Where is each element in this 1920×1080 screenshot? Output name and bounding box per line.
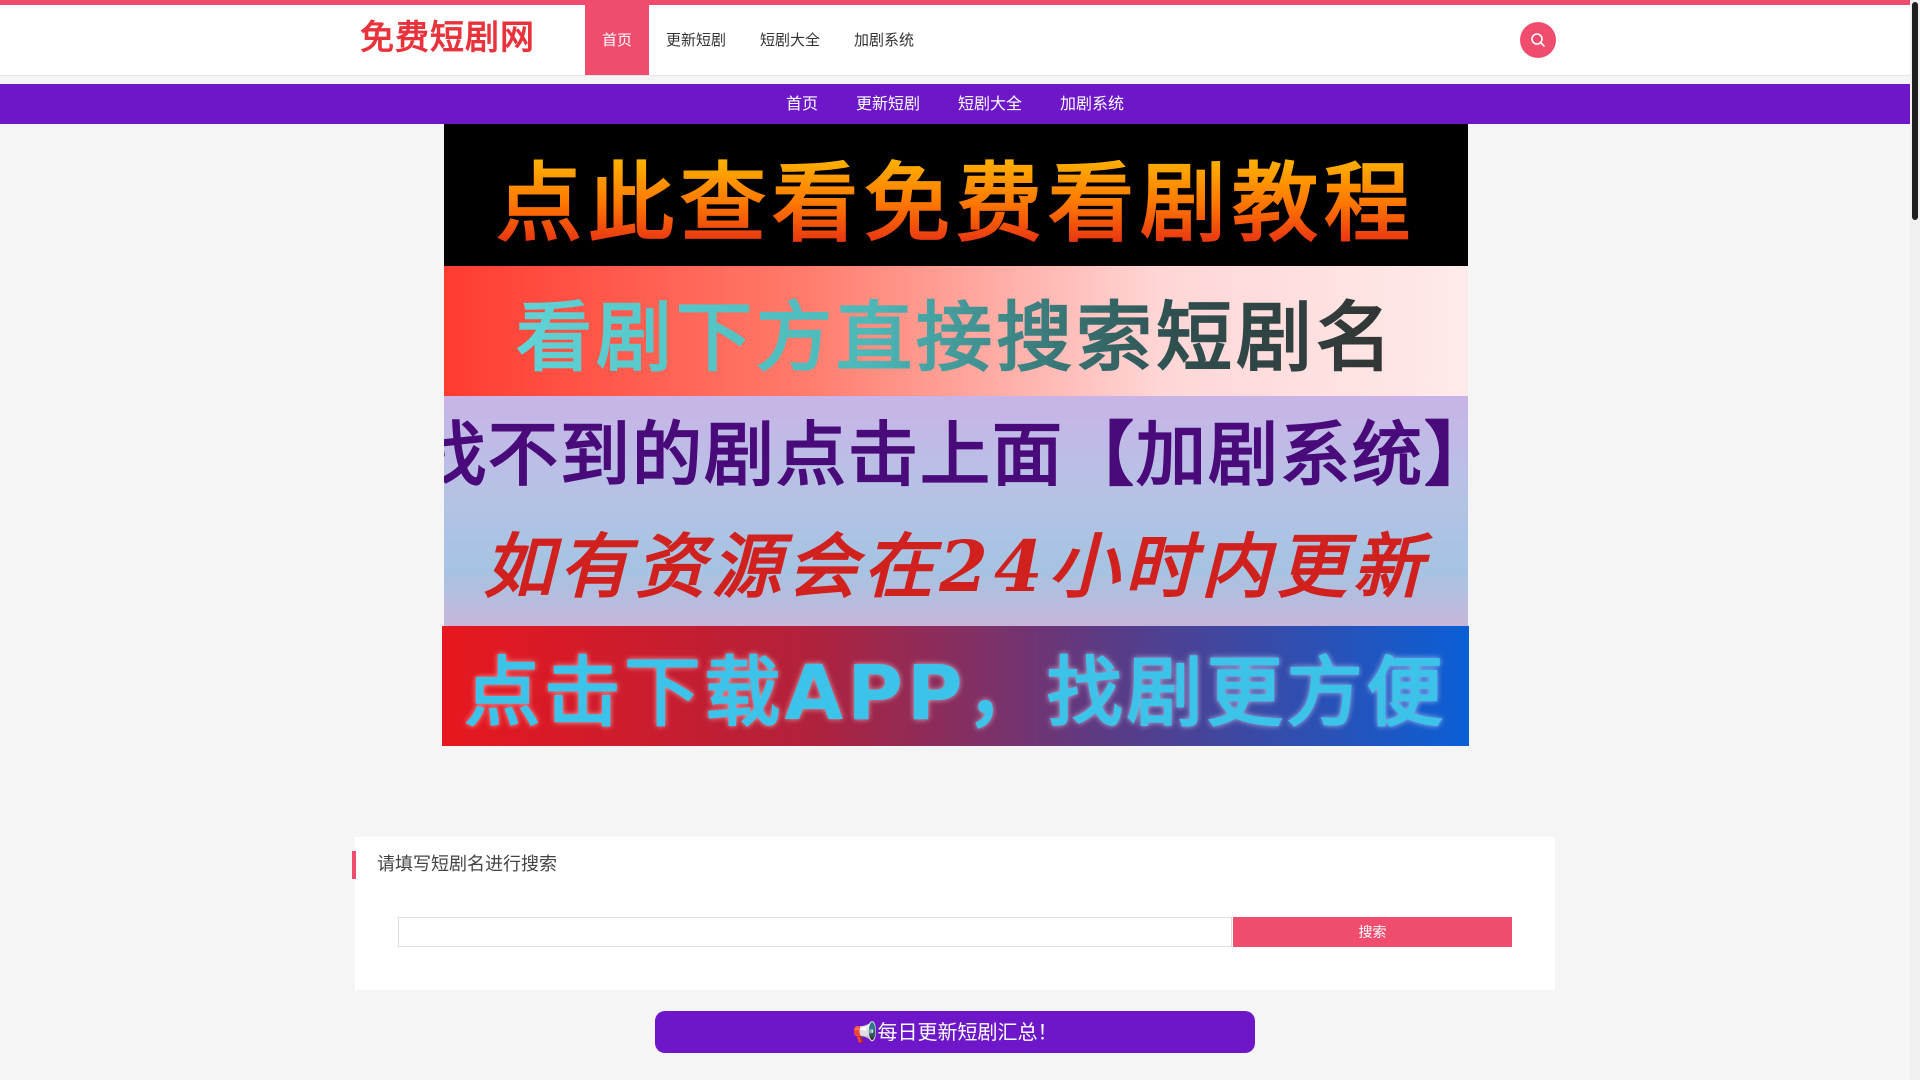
sub-nav-home[interactable]: 首页 [767,84,837,124]
banner-request-line-2: 如有资源会在24小时内更新 [483,525,1429,608]
daily-update-summary-button[interactable]: 📢每日更新短剧汇总！ [655,1011,1255,1053]
banner-request-line-1: 找不到的剧点击上面【加剧系统】 [444,414,1468,496]
search-panel-title: 请填写短剧名进行搜索 [352,851,557,879]
page: 免费短剧网 首页 更新短剧 短剧大全 加剧系统 首页 更新短剧 短剧大全 加剧系… [0,0,1920,1080]
main-nav-home[interactable]: 首页 [585,5,650,75]
sub-nav-request-system[interactable]: 加剧系统 [1041,84,1143,124]
banner-request-info[interactable]: 找不到的剧点击上面【加剧系统】 如有资源会在24小时内更新 [444,396,1468,626]
search-panel: 请填写短剧名进行搜索 搜索 [352,837,1555,990]
site-header: 免费短剧网 首页 更新短剧 短剧大全 加剧系统 [0,5,1910,76]
sub-nav-all-dramas[interactable]: 短剧大全 [939,84,1041,124]
sub-nav-updates[interactable]: 更新短剧 [837,84,939,124]
banner-tutorial-text: 点此查看免费看剧教程 [496,133,1416,258]
main-nav-all-dramas[interactable]: 短剧大全 [743,5,837,75]
banner-search-hint[interactable]: 看剧下方直接搜索短剧名 [444,266,1468,396]
secondary-nav: 首页 更新短剧 短剧大全 加剧系统 [0,84,1910,124]
banner-tutorial[interactable]: 点此查看免费看剧教程 [444,124,1468,266]
banner-search-hint-text: 看剧下方直接搜索短剧名 [516,276,1396,386]
search-icon [1531,33,1545,47]
drama-search-input[interactable] [398,917,1232,947]
main-nav-updates[interactable]: 更新短剧 [649,5,743,75]
main-nav: 首页 更新短剧 短剧大全 加剧系统 [585,5,931,75]
main-nav-request-system[interactable]: 加剧系统 [837,5,931,75]
scrollbar-thumb[interactable] [1912,2,1918,220]
page-scrollbar[interactable] [1910,0,1920,1080]
site-logo[interactable]: 免费短剧网 [360,15,535,61]
banner-download-app-text: 点击下载APP，找剧更方便 [464,648,1447,737]
search-submit-button[interactable]: 搜索 [1233,917,1512,947]
header-search-button[interactable] [1520,22,1556,58]
banner-download-app[interactable]: 点击下载APP，找剧更方便 [442,626,1469,746]
